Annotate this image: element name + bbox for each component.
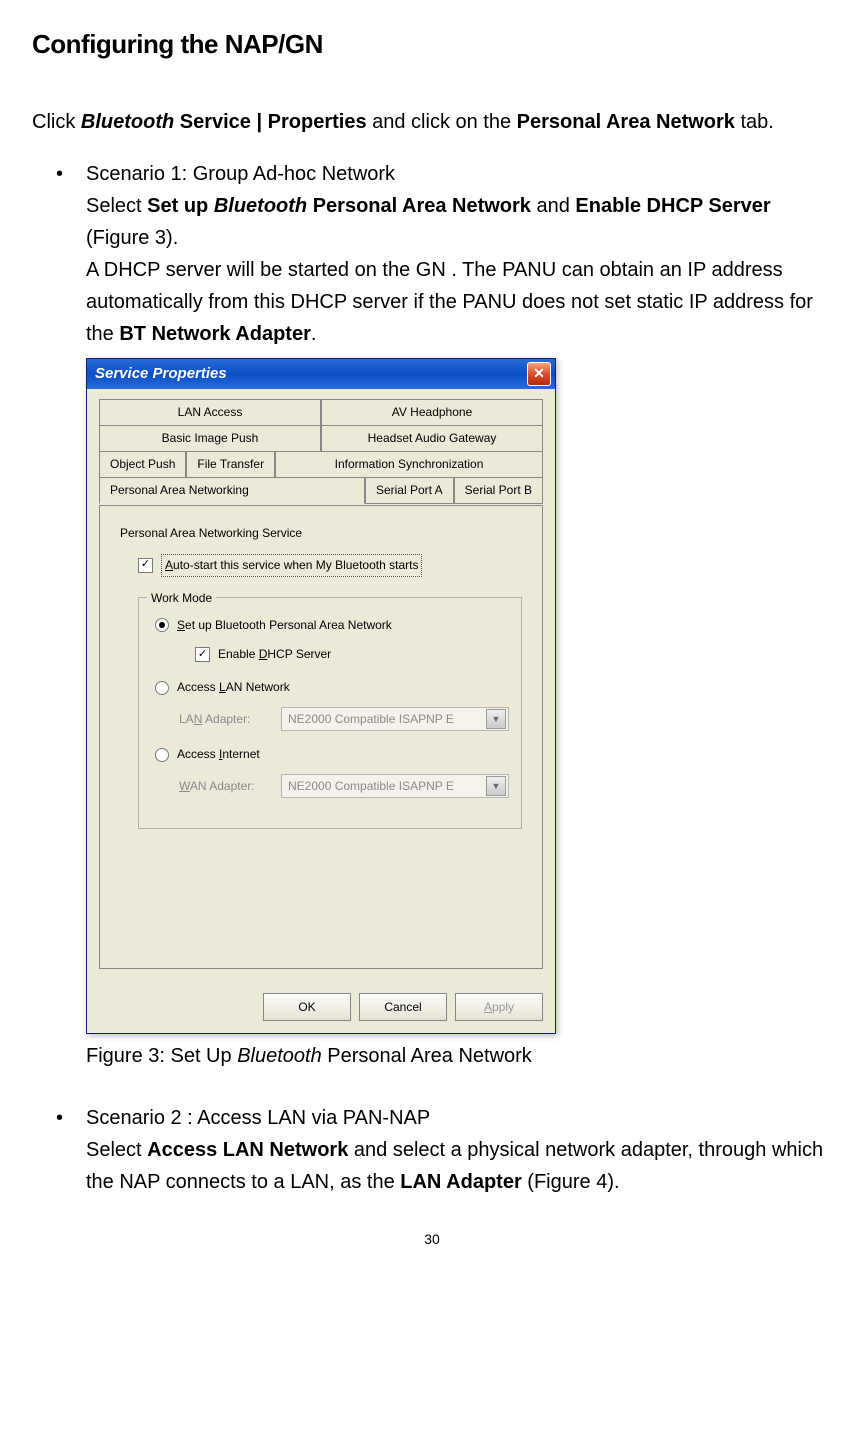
text: Bluetooth bbox=[237, 1045, 322, 1067]
tab-strip: LAN Access AV Headphone Basic Image Push… bbox=[99, 399, 543, 505]
text: A bbox=[165, 558, 173, 572]
tab-info-sync[interactable]: Information Synchronization bbox=[275, 451, 543, 478]
wan-adapter-select[interactable]: NE2000 Compatible ISAPNP E ▼ bbox=[281, 774, 509, 798]
text: HCP Server bbox=[267, 647, 331, 661]
dialog-body: LAN Access AV Headphone Basic Image Push… bbox=[87, 389, 555, 984]
text: Figure 3: Set Up bbox=[86, 1045, 237, 1067]
close-icon[interactable]: ✕ bbox=[527, 362, 551, 386]
lan-adapter-select[interactable]: NE2000 Compatible ISAPNP E ▼ bbox=[281, 707, 509, 731]
tab-serial-port-b[interactable]: Serial Port B bbox=[454, 477, 543, 504]
dialog-buttons: OK Cancel Apply bbox=[87, 983, 555, 1033]
workmode-label: Work Mode bbox=[147, 589, 216, 608]
enable-dhcp-label: Enable DHCP Server bbox=[218, 645, 331, 664]
scenario1-item: Scenario 1: Group Ad-hoc Network Select … bbox=[56, 158, 832, 1073]
scenario2-title: Scenario 2 : Access LAN via PAN-NAP bbox=[86, 1102, 832, 1134]
tab-object-push[interactable]: Object Push bbox=[99, 451, 186, 478]
tab-file-transfer[interactable]: File Transfer bbox=[186, 451, 275, 478]
text: and click on the bbox=[367, 111, 517, 133]
tab-headset-audio-gateway[interactable]: Headset Audio Gateway bbox=[321, 425, 543, 452]
figure-3-caption: Figure 3: Set Up Bluetooth Personal Area… bbox=[86, 1040, 832, 1072]
text: W bbox=[179, 779, 190, 793]
text: Personal Area Network bbox=[517, 111, 735, 133]
text: Click bbox=[32, 111, 81, 133]
figure-3: Service Properties ✕ LAN Access AV Headp… bbox=[86, 358, 832, 1035]
lan-adapter-value: NE2000 Compatible ISAPNP E bbox=[288, 710, 454, 729]
tab-basic-image-push[interactable]: Basic Image Push bbox=[99, 425, 321, 452]
autostart-label: Auto-start this service when My Bluetoot… bbox=[161, 554, 422, 577]
text: tab. bbox=[735, 111, 774, 133]
text: et up Bluetooth Personal Area Network bbox=[185, 618, 392, 632]
scenario1-title: Scenario 1: Group Ad-hoc Network bbox=[86, 158, 832, 190]
page-title: Configuring the NAP/GN bbox=[32, 24, 832, 66]
scenario2-item: Scenario 2 : Access LAN via PAN-NAP Sele… bbox=[56, 1102, 832, 1198]
text: Access LAN Network bbox=[147, 1139, 348, 1161]
tab-serial-port-a[interactable]: Serial Port A bbox=[365, 477, 454, 504]
text: BT Network Adapter bbox=[119, 323, 311, 345]
text: pply bbox=[492, 998, 514, 1017]
text: Access bbox=[177, 680, 219, 694]
cancel-button[interactable]: Cancel bbox=[359, 993, 447, 1021]
wan-adapter-label: WAN Adapter: bbox=[179, 777, 269, 796]
radio-access-lan[interactable] bbox=[155, 681, 169, 695]
tab-panel: Personal Area Networking Service ✓ Auto-… bbox=[99, 505, 543, 969]
text: Personal Area Network bbox=[307, 195, 531, 217]
text: Service | Properties bbox=[174, 111, 366, 133]
text: Personal Area Network bbox=[322, 1045, 532, 1067]
text: and bbox=[531, 195, 575, 217]
scenario1-line3: A DHCP server will be started on the GN … bbox=[86, 254, 832, 350]
text: Set up bbox=[147, 195, 214, 217]
ok-button[interactable]: OK bbox=[263, 993, 351, 1021]
text: L bbox=[219, 680, 226, 694]
dialog-title: Service Properties bbox=[95, 362, 227, 386]
text: S bbox=[177, 618, 185, 632]
radio-setup-pan-label: Set up Bluetooth Personal Area Network bbox=[177, 616, 392, 635]
tab-lan-access[interactable]: LAN Access bbox=[99, 399, 321, 426]
text: uto-start this service when My Bluetooth… bbox=[173, 558, 418, 572]
service-properties-dialog: Service Properties ✕ LAN Access AV Headp… bbox=[86, 358, 556, 1035]
dialog-titlebar: Service Properties ✕ bbox=[87, 359, 555, 389]
radio-access-internet-label: Access Internet bbox=[177, 745, 260, 764]
chevron-down-icon: ▼ bbox=[486, 709, 506, 729]
text: A bbox=[484, 998, 492, 1017]
lan-adapter-label: LAN Adapter: bbox=[179, 710, 269, 729]
scenario2-body: Select Access LAN Network and select a p… bbox=[86, 1134, 832, 1198]
tab-av-headphone[interactable]: AV Headphone bbox=[321, 399, 543, 426]
section-title: Personal Area Networking Service bbox=[120, 524, 526, 543]
autostart-checkbox[interactable]: ✓ bbox=[138, 558, 153, 573]
intro-paragraph: Click Bluetooth Service | Properties and… bbox=[32, 106, 832, 138]
workmode-group: Work Mode Set up Bluetooth Personal Area… bbox=[138, 597, 522, 830]
radio-access-lan-label: Access LAN Network bbox=[177, 678, 290, 697]
radio-setup-pan[interactable] bbox=[155, 618, 169, 632]
text: AN Adapter: bbox=[190, 779, 255, 793]
text: nternet bbox=[222, 747, 259, 761]
text: Enable bbox=[218, 647, 259, 661]
chevron-down-icon: ▼ bbox=[486, 776, 506, 796]
scenario1-line2: Select Set up Bluetooth Personal Area Ne… bbox=[86, 190, 832, 254]
enable-dhcp-checkbox[interactable]: ✓ bbox=[195, 647, 210, 662]
text: LAN Adapter bbox=[400, 1171, 521, 1193]
text: Bluetooth bbox=[214, 195, 307, 217]
tab-personal-area-networking[interactable]: Personal Area Networking bbox=[99, 477, 365, 504]
text: LA bbox=[179, 712, 194, 726]
text: Enable DHCP Server bbox=[575, 195, 770, 217]
page-number: 30 bbox=[32, 1228, 832, 1250]
text: . bbox=[311, 323, 317, 345]
text: (Figure 3). bbox=[86, 227, 178, 249]
text: Select bbox=[86, 195, 147, 217]
radio-access-internet[interactable] bbox=[155, 748, 169, 762]
text: Access bbox=[177, 747, 219, 761]
wan-adapter-value: NE2000 Compatible ISAPNP E bbox=[288, 777, 454, 796]
text: (Figure 4). bbox=[522, 1171, 620, 1193]
text: Adapter: bbox=[202, 712, 250, 726]
text: AN Network bbox=[226, 680, 290, 694]
text: Select bbox=[86, 1139, 147, 1161]
text-bluetooth: Bluetooth bbox=[81, 111, 174, 133]
apply-button[interactable]: Apply bbox=[455, 993, 543, 1021]
